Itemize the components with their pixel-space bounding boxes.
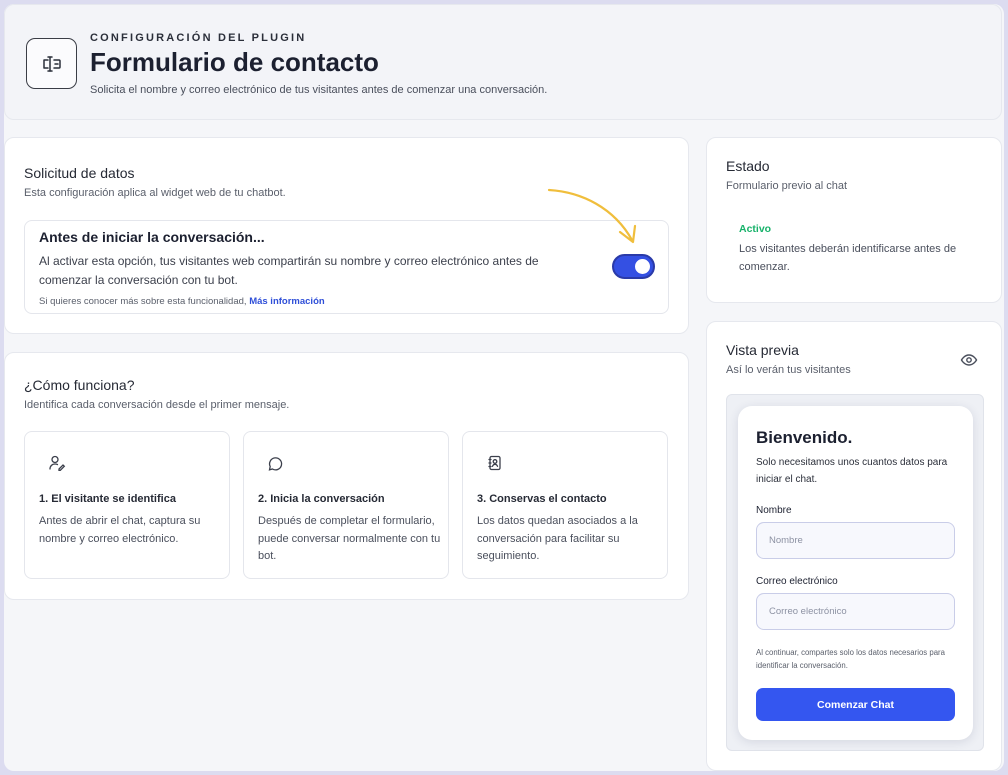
page-header: CONFIGURACIÓN DEL PLUGIN Formulario de c… — [4, 4, 1002, 120]
step-title: 1. El visitante se identifica — [39, 493, 176, 505]
preview-canvas: Bienvenido. Solo necesitamos unos cuanto… — [726, 394, 984, 751]
start-chat-button[interactable]: Comenzar Chat — [756, 688, 955, 721]
widget-subtitle: Solo necesitamos unos cuantos datos para… — [756, 457, 948, 485]
status-badge: Activo — [739, 223, 772, 235]
step-title: 2. Inicia la conversación — [258, 493, 385, 505]
step-card: 1. El visitante se identifica Antes de a… — [24, 431, 230, 579]
status-title: Estado — [726, 158, 770, 174]
option-title: Antes de iniciar la conversación... — [39, 229, 265, 245]
user-edit-icon — [49, 455, 66, 471]
name-input[interactable] — [756, 522, 955, 559]
toggle-knob — [635, 259, 650, 274]
preview-widget: Bienvenido. Solo necesitamos unos cuanto… — [738, 406, 973, 740]
how-it-works-card: ¿Cómo funciona? Identifica cada conversa… — [4, 352, 689, 600]
email-input[interactable] — [756, 593, 955, 630]
contact-book-icon — [488, 455, 501, 471]
app-frame: CONFIGURACIÓN DEL PLUGIN Formulario de c… — [4, 4, 1004, 771]
status-description: Los visitantes deberán identificarse ant… — [739, 243, 957, 273]
email-label: Correo electrónico — [756, 576, 838, 587]
status-subtitle: Formulario previo al chat — [726, 180, 848, 192]
step-desc: Después de completar el formulario, pued… — [258, 515, 441, 562]
page-title: Formulario de contacto — [90, 47, 379, 77]
step-title: 3. Conservas el contacto — [477, 493, 607, 505]
option-note: Si quieres conocer más sobre esta funcio… — [39, 296, 325, 307]
solicitud-subtitle: Esta configuración aplica al widget web … — [24, 187, 286, 199]
step-desc: Antes de abrir el chat, captura su nombr… — [39, 515, 201, 545]
status-card: Estado Formulario previo al chat Activo … — [706, 137, 1002, 303]
step-desc: Los datos quedan asociados a la conversa… — [477, 515, 638, 562]
solicitud-title: Solicitud de datos — [24, 165, 135, 181]
eye-icon[interactable] — [960, 351, 978, 369]
option-description: Al activar esta opción, tus visitantes w… — [39, 254, 539, 287]
how-title: ¿Cómo funciona? — [24, 377, 135, 393]
step-card: 3. Conservas el contacto Los datos queda… — [462, 431, 668, 579]
chat-bubble-icon — [268, 457, 283, 471]
preview-card: Vista previa Así lo verán tus visitantes… — [706, 321, 1002, 771]
preview-title: Vista previa — [726, 342, 799, 358]
widget-title: Bienvenido. — [756, 428, 853, 447]
page-subtitle: Solicita el nombre y correo electrónico … — [90, 84, 548, 96]
name-label: Nombre — [756, 505, 792, 516]
option-note-text: Si quieres conocer más sobre esta funcio… — [39, 296, 247, 307]
step-card: 2. Inicia la conversación Después de com… — [243, 431, 449, 579]
form-icon — [26, 38, 77, 89]
annotation-arrow-icon — [547, 188, 637, 244]
widget-note: Al continuar, compartes solo los datos n… — [756, 648, 945, 670]
more-info-link[interactable]: Más información — [249, 296, 325, 307]
how-subtitle: Identifica cada conversación desde el pr… — [24, 399, 290, 411]
preview-subtitle: Así lo verán tus visitantes — [726, 364, 851, 376]
page-eyebrow: CONFIGURACIÓN DEL PLUGIN — [90, 32, 307, 44]
pre-chat-toggle[interactable] — [612, 254, 655, 279]
